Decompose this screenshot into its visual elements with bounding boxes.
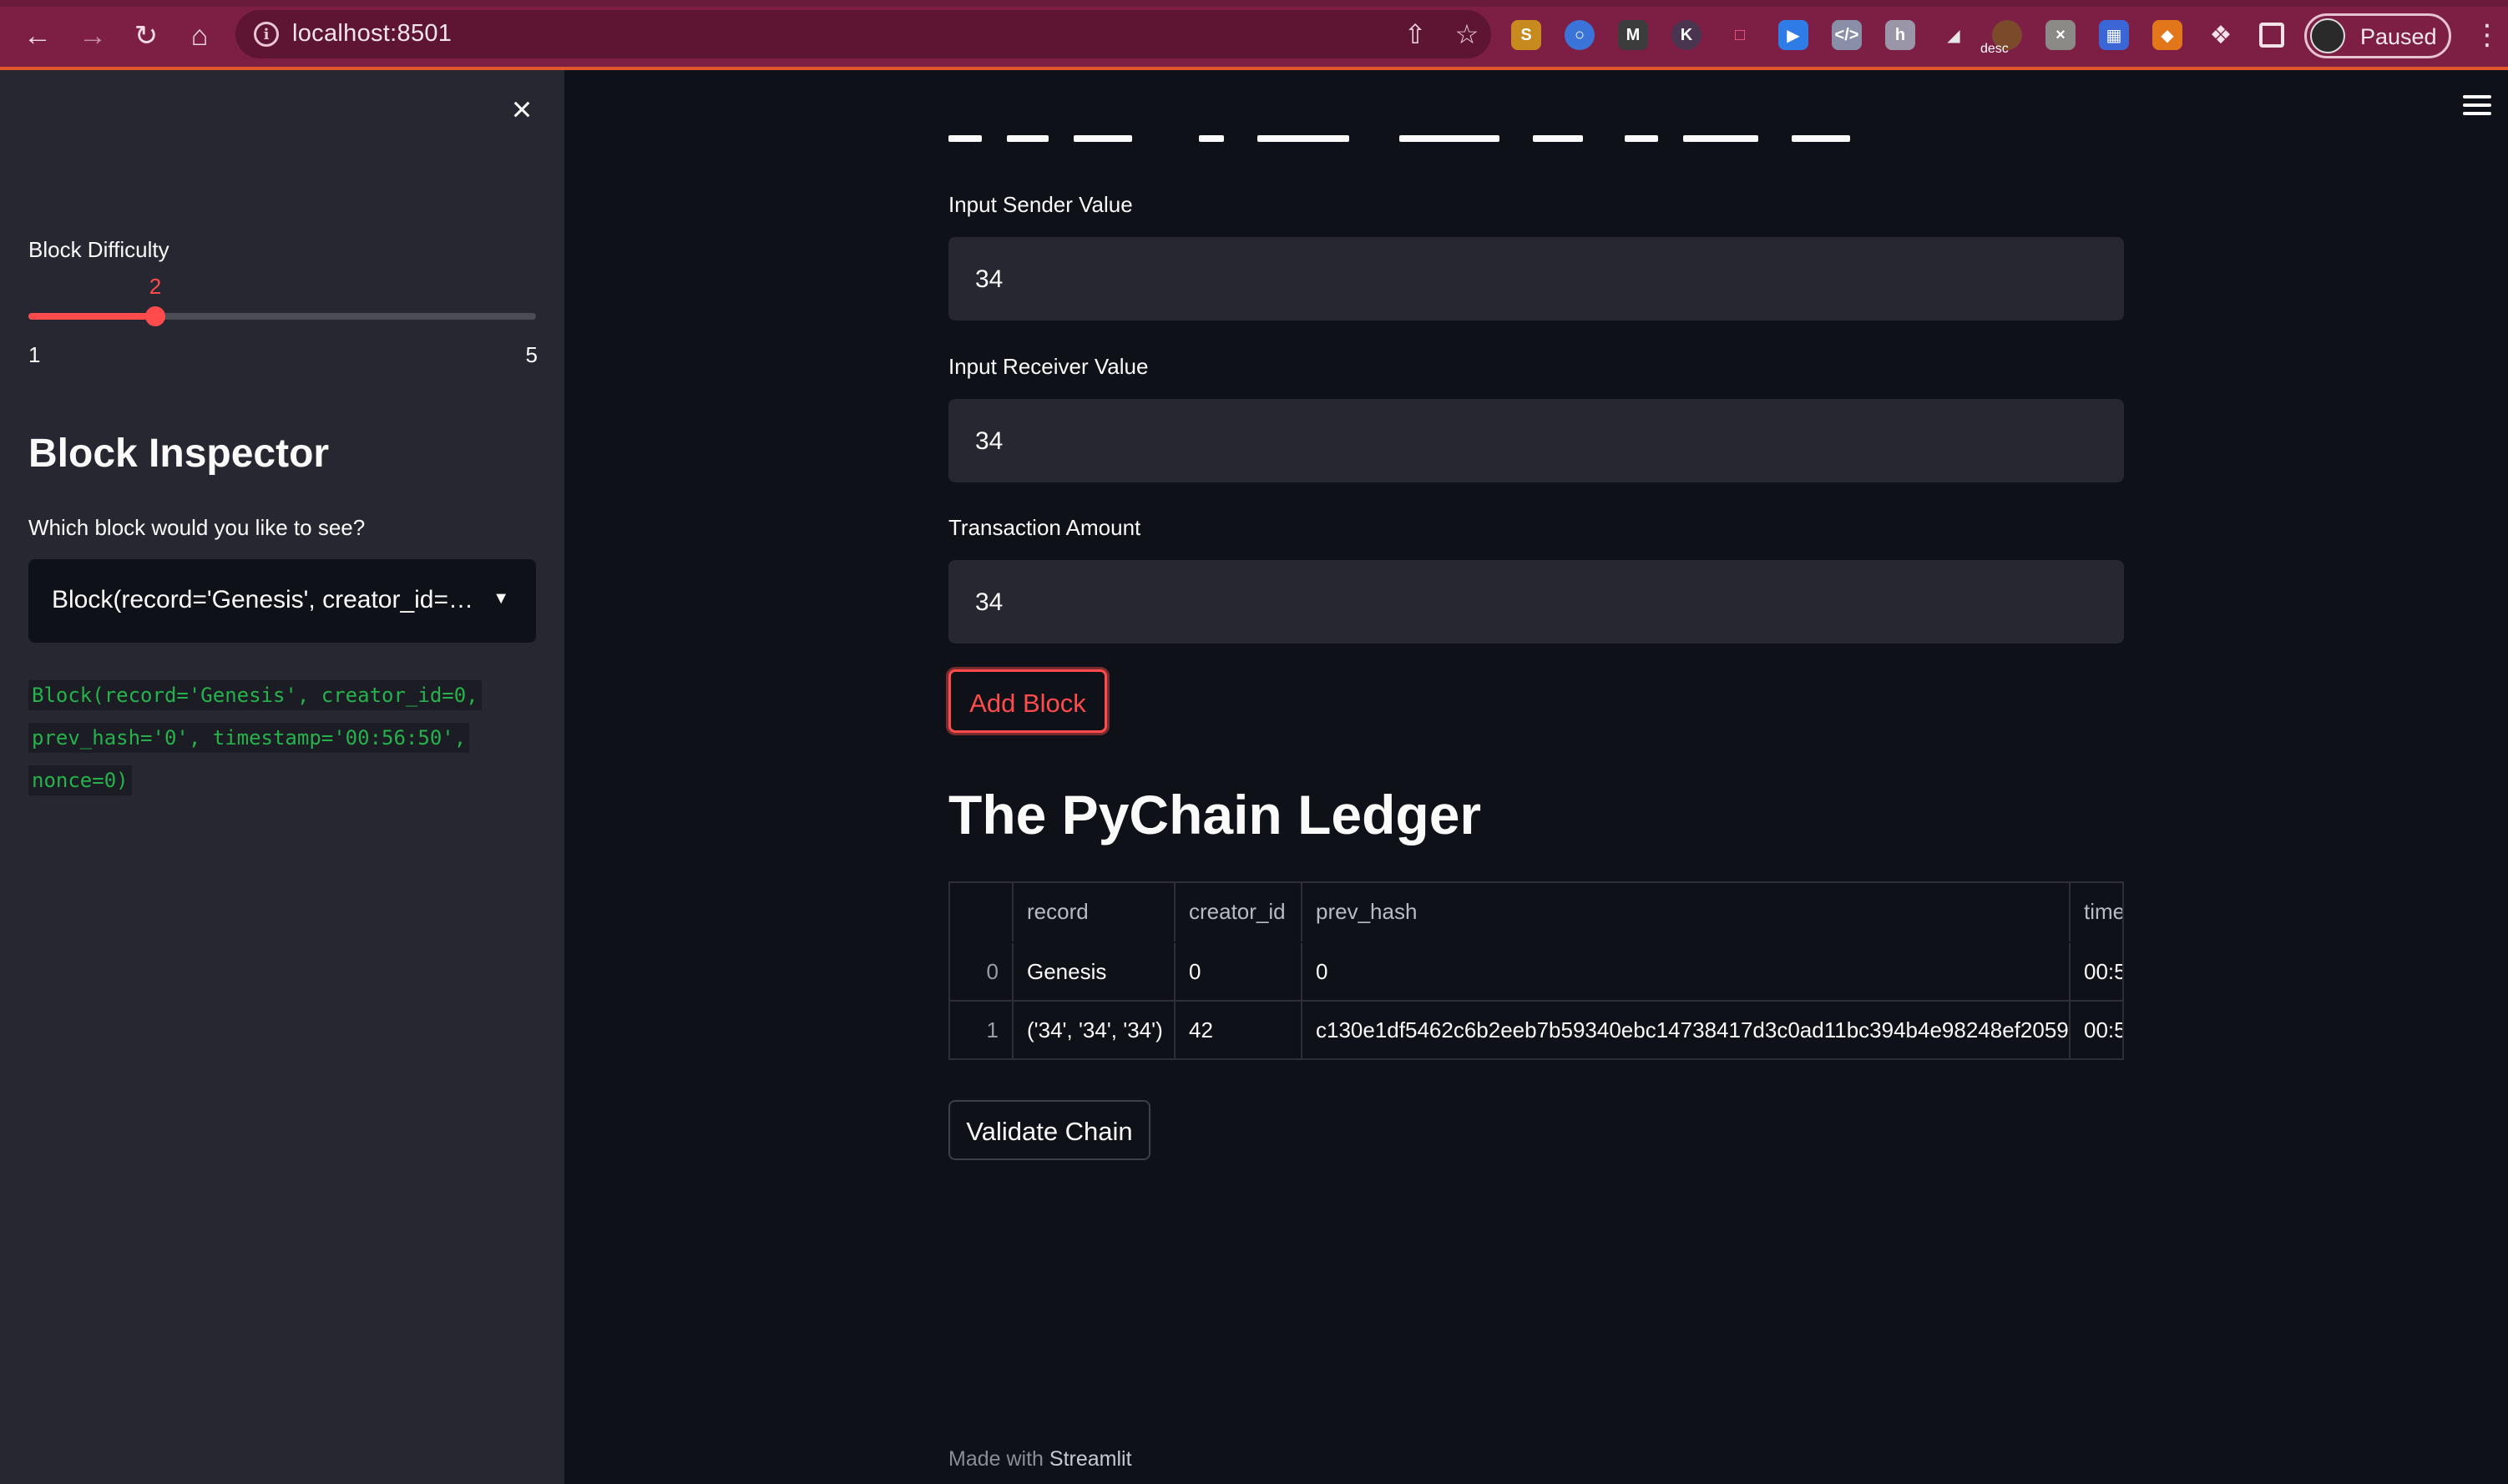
table-header-cell[interactable]: time <box>2071 883 2122 941</box>
table-row: 1 ('34', '34', '34') 42 c130e1df5462c6b2… <box>950 1002 2124 1058</box>
extension-metamask-icon[interactable]: ◆ <box>2152 20 2182 50</box>
extension-chrome-icon[interactable]: ○ <box>1565 20 1595 50</box>
amount-label: Transaction Amount <box>948 515 1141 540</box>
ledger-title: The PyChain Ledger <box>948 784 1482 845</box>
extension-arrow-icon[interactable]: ▶ <box>1778 20 1808 50</box>
table-cell: 00:5 <box>2084 959 2124 984</box>
extension-seo-icon[interactable]: S <box>1511 20 1541 50</box>
amount-value: 34 <box>975 588 1004 616</box>
browser-toolbar: ← → ↻ ⌂ i localhost:8501 ⇧ ☆ S ○ M K □ ▶… <box>0 0 2508 70</box>
extension-h-icon[interactable]: h <box>1885 20 1915 50</box>
home-icon[interactable]: ⌂ <box>179 15 220 57</box>
extension-x-icon[interactable]: × <box>2045 20 2076 50</box>
slider-value: 2 <box>149 274 162 299</box>
slider-min: 1 <box>28 342 41 367</box>
bookmark-star-icon[interactable]: ☆ <box>1451 18 1483 50</box>
scrolled-heading-remnant <box>948 135 1867 149</box>
select-label: Which block would you like to see? <box>28 515 366 540</box>
profile-status: Paused <box>2360 24 2437 49</box>
validate-chain-label: Validate Chain <box>966 1117 1133 1146</box>
table-header-cell[interactable]: record <box>1014 883 1176 941</box>
footer-prefix: Made with <box>948 1447 1044 1471</box>
extension-desc-label: desc <box>1980 42 2009 56</box>
address-url: localhost:8501 <box>292 20 453 47</box>
footer: Made with Streamlit <box>948 1447 1132 1471</box>
table-cell: 42 <box>1176 1002 1302 1058</box>
table-row: 0 Genesis 0 0 00:5 <box>950 943 2124 1002</box>
table-cell: ('34', '34', '34') <box>1014 1002 1176 1058</box>
amount-input[interactable]: 34 <box>948 560 2124 644</box>
sender-value: 34 <box>975 265 1004 293</box>
forward-arrow-icon[interactable]: → <box>72 15 114 57</box>
chrome-menu-icon[interactable]: ⋮ <box>2473 17 2501 53</box>
table-index-cell: 0 <box>950 943 1014 1002</box>
table-header-row: record creator_id prev_hash time <box>950 883 2122 941</box>
address-bar[interactable]: i localhost:8501 ⇧ ☆ <box>235 10 1491 58</box>
streamlit-link[interactable]: Streamlit <box>1049 1447 1132 1471</box>
slider-label: Block Difficulty <box>28 237 169 262</box>
slider-fill <box>28 313 155 320</box>
code-line: prev_hash='0', timestamp='00:56:50', <box>28 723 470 753</box>
block-inspector-heading: Block Inspector <box>28 432 330 476</box>
table-cell: 0 <box>1302 943 2071 1002</box>
caret-down-icon: ▼ <box>493 589 509 608</box>
ledger-table[interactable]: record creator_id prev_hash time 0 Genes… <box>948 881 2124 1060</box>
tab-strip-edge <box>0 0 2508 7</box>
sender-label: Input Sender Value <box>948 192 1133 217</box>
add-block-label: Add Block <box>969 689 1086 718</box>
hamburger-menu-icon[interactable] <box>2463 95 2491 120</box>
extension-picker-icon[interactable]: □ <box>1725 20 1755 50</box>
reload-icon[interactable]: ↻ <box>125 15 167 57</box>
receiver-input[interactable]: 34 <box>948 399 2124 482</box>
receiver-label: Input Receiver Value <box>948 354 1149 379</box>
extension-code-icon[interactable]: </> <box>1832 20 1862 50</box>
close-icon[interactable]: × <box>504 92 539 127</box>
extension-k-icon[interactable]: K <box>1671 20 1701 50</box>
block-code-output: Block(record='Genesis', creator_id=0, pr… <box>28 674 546 802</box>
avatar <box>2310 18 2345 53</box>
extension-tag-icon[interactable]: ◢ <box>1939 20 1969 50</box>
add-block-button[interactable]: Add Block <box>948 669 1107 733</box>
side-panel-icon[interactable] <box>2259 23 2284 48</box>
code-line: Block(record='Genesis', creator_id=0, <box>28 680 482 710</box>
code-line: nonce=0) <box>28 765 132 795</box>
receiver-value: 34 <box>975 427 1004 455</box>
back-arrow-icon[interactable]: ← <box>17 15 58 57</box>
sidebar: × Block Difficulty 2 1 5 Block Inspector… <box>0 70 564 1484</box>
main-content: Input Sender Value 34 Input Receiver Val… <box>564 70 2508 1484</box>
block-select-value: Block(record='Genesis', creator_id=0, pr… <box>52 586 478 613</box>
validate-chain-button[interactable]: Validate Chain <box>948 1100 1150 1160</box>
slider-max: 5 <box>525 342 538 367</box>
table-header-cell[interactable]: prev_hash <box>1302 883 2071 941</box>
table-cell: c130e1df5462c6b2eeb7b59340ebc14738417d3c… <box>1302 1002 2071 1058</box>
site-info-icon[interactable]: i <box>254 22 279 47</box>
slider-thumb[interactable] <box>145 306 165 326</box>
extensions-puzzle-icon[interactable]: ❖ <box>2206 20 2236 50</box>
table-index-cell: 1 <box>950 1002 1014 1058</box>
table-cell: 0 <box>1176 943 1302 1002</box>
difficulty-slider[interactable] <box>28 306 536 326</box>
table-header-cell[interactable] <box>950 883 1014 941</box>
table-header-cell[interactable]: creator_id <box>1176 883 1302 941</box>
sender-input[interactable]: 34 <box>948 237 2124 321</box>
extension-m-icon[interactable]: M <box>1618 20 1648 50</box>
table-cell: Genesis <box>1014 943 1176 1002</box>
extension-translate-icon[interactable]: ▦ <box>2099 20 2129 50</box>
share-icon[interactable]: ⇧ <box>1399 18 1431 50</box>
block-select[interactable]: Block(record='Genesis', creator_id=0, pr… <box>28 559 536 643</box>
profile-button[interactable]: Paused <box>2304 13 2451 58</box>
table-cell: 00:5 <box>2084 1017 2124 1042</box>
